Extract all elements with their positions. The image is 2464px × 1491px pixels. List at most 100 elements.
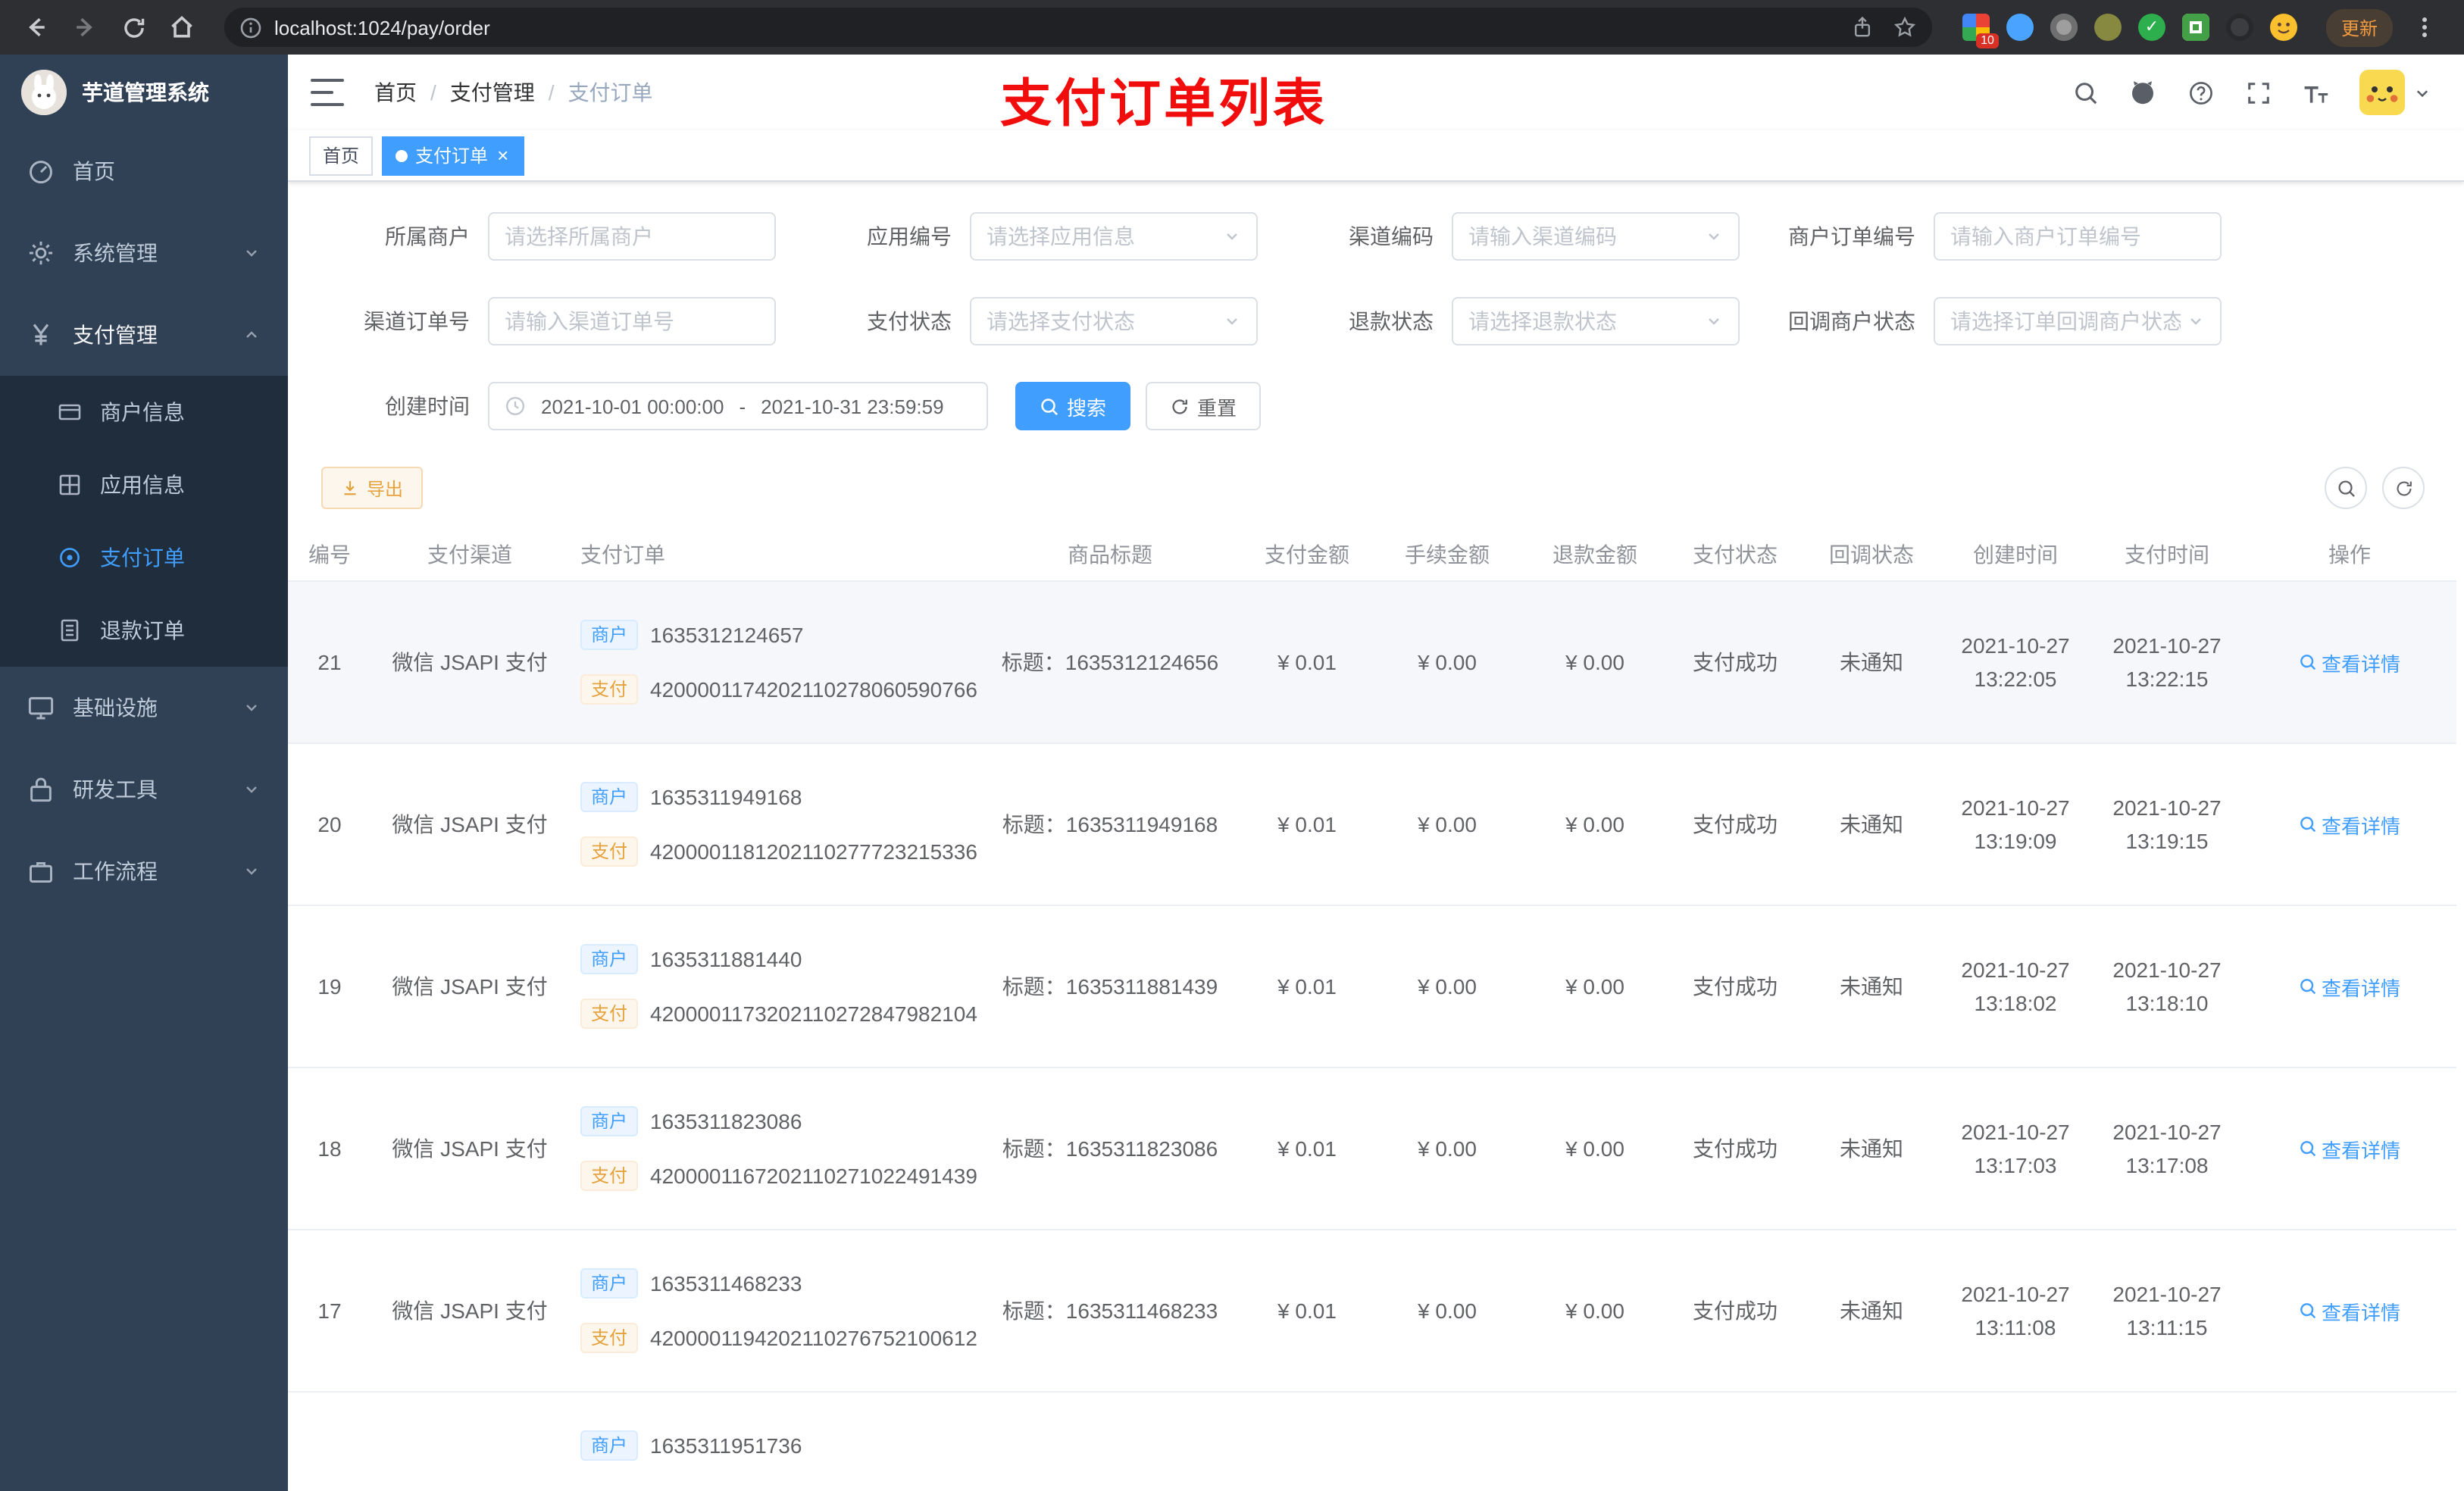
view-detail-link[interactable]: 查看详情: [2299, 972, 2400, 1001]
create-time-range[interactable]: 2021-10-01 00:00:00 - 2021-10-31 23:59:5…: [488, 382, 988, 430]
sidebar-item-home[interactable]: 首页: [0, 130, 288, 212]
site-info-icon: [240, 17, 261, 38]
notify-status: 未通知: [1840, 974, 1903, 999]
home-icon[interactable]: [161, 6, 203, 48]
sidebar-item-merchant-info[interactable]: 商户信息: [0, 376, 288, 449]
col-header: 退款金额: [1553, 542, 1637, 566]
pay-channel: 微信 JSAPI 支付: [392, 1136, 548, 1161]
actions-cell: 查看详情: [2243, 1296, 2456, 1325]
channel-order-no-input[interactable]: [488, 297, 776, 345]
fullscreen-icon[interactable]: [2244, 79, 2272, 106]
search-icon: [2300, 979, 2316, 995]
back-icon[interactable]: [15, 6, 58, 48]
export-button[interactable]: 导出: [321, 467, 424, 509]
refresh-table-button[interactable]: [2382, 467, 2425, 509]
filter-label-channel-order-no: 渠道订单号: [364, 309, 470, 333]
channel-code-select[interactable]: [1452, 212, 1740, 261]
user-avatar[interactable]: [2359, 70, 2431, 115]
sidebar-item-workflow[interactable]: 工作流程: [0, 830, 288, 912]
search-icon[interactable]: [2072, 79, 2099, 106]
address-bar[interactable]: localhost:1024/pay/order: [224, 8, 1932, 47]
order-id: 19: [317, 974, 342, 999]
table-row[interactable]: 20 微信 JSAPI 支付 商户 1635311949168 支付 42000…: [288, 744, 2456, 906]
chevron-down-icon: [1227, 318, 1237, 325]
merchant-order-no: 1635311881440: [650, 947, 802, 971]
sidebar-item-pay-order[interactable]: 支付订单: [0, 521, 288, 594]
merchant-order-no: 1635312124657: [650, 623, 804, 647]
extension-icon-2[interactable]: [2006, 14, 2034, 41]
merchant-order-no: 1635311823086: [650, 1109, 802, 1133]
extension-icon-6[interactable]: [2181, 14, 2209, 41]
update-button[interactable]: 更新: [2325, 8, 2393, 46]
extension-icon-1[interactable]: 10: [1962, 14, 1999, 48]
sidebar-item-app-info[interactable]: 应用信息: [0, 449, 288, 521]
extension-icon-4[interactable]: [2093, 14, 2122, 41]
order-id: 20: [317, 812, 342, 836]
view-detail-link[interactable]: 查看详情: [2299, 810, 2400, 839]
browser-menu-icon[interactable]: [2409, 6, 2440, 48]
merchant-select[interactable]: [488, 212, 776, 261]
col-header: 支付状态: [1693, 542, 1778, 566]
reset-button[interactable]: 重置: [1146, 382, 1262, 430]
extensions-area: 10 ✓ 更新: [1953, 6, 2449, 48]
view-detail-link[interactable]: 查看详情: [2299, 1134, 2400, 1163]
merchant-order-no-input[interactable]: [1934, 212, 2222, 261]
filter-label-create-time: 创建时间: [385, 394, 470, 418]
pay-status-select[interactable]: [970, 297, 1258, 345]
sidebar-item-system[interactable]: 系统管理: [0, 212, 288, 294]
channel-pay-no: 4200001174202110278060590766: [650, 677, 977, 702]
create-time: 2021-10-27 13:19:09: [1961, 796, 2070, 853]
extension-icon-5[interactable]: ✓: [2137, 14, 2165, 41]
app-logo[interactable]: 芋道管理系统: [0, 55, 288, 130]
table-row[interactable]: 18 微信 JSAPI 支付 商户 1635311823086 支付 42000…: [288, 1068, 2456, 1230]
github-icon[interactable]: [2129, 79, 2156, 106]
order-id: 17: [317, 1299, 342, 1323]
app-no-select[interactable]: [970, 212, 1258, 261]
date-end: 2021-10-31 23:59:59: [761, 395, 944, 417]
extension-icon-8[interactable]: [2269, 14, 2297, 41]
channel-pay-no: 4200001181202110277723215336: [650, 839, 977, 864]
sidebar-item-refund-order[interactable]: 退款订单: [0, 594, 288, 667]
refund-status-select[interactable]: [1452, 297, 1740, 345]
view-detail-link[interactable]: 查看详情: [2299, 648, 2400, 677]
table-row[interactable]: 19 微信 JSAPI 支付 商户 1635311881440 支付 42000…: [288, 906, 2456, 1068]
tab-home[interactable]: 首页: [309, 136, 374, 175]
clock-icon: [506, 397, 524, 415]
view-detail-link[interactable]: 查看详情: [2299, 1296, 2400, 1325]
pay-time: 2021-10-27 13:11:15: [2112, 1282, 2222, 1339]
search-button[interactable]: 搜索: [1015, 382, 1131, 430]
chevron-up-icon: [246, 331, 257, 338]
fee-amount: ¥ 0.00: [1418, 650, 1477, 674]
reload-icon[interactable]: [112, 6, 155, 48]
notify-status-select[interactable]: [1934, 297, 2222, 345]
actions-cell: 查看详情: [2243, 810, 2456, 839]
share-icon[interactable]: [1850, 15, 1875, 39]
monitor-icon: [28, 697, 54, 720]
fee-amount: ¥ 0.00: [1418, 1299, 1477, 1323]
browser-toolbar: localhost:1024/pay/order 10 ✓ 更新: [0, 0, 2464, 55]
sidebar-item-pay[interactable]: 支付管理: [0, 294, 288, 376]
tab-close-icon[interactable]: ×: [496, 145, 510, 165]
tab-pay-order[interactable]: 支付订单 ×: [382, 136, 524, 175]
sidebar-item-devtools[interactable]: 研发工具: [0, 749, 288, 830]
extension-icon-7[interactable]: [2225, 14, 2253, 41]
font-size-icon[interactable]: [2302, 79, 2329, 106]
breadcrumb-pay[interactable]: 支付管理: [450, 77, 535, 108]
forward-icon[interactable]: [64, 6, 106, 48]
chevron-down-icon: [1709, 233, 1719, 240]
caret-down-icon: [2416, 89, 2428, 97]
search-toggle-button[interactable]: [2325, 467, 2367, 509]
sidebar-item-infra[interactable]: 基础设施: [0, 667, 288, 749]
breadcrumb-home[interactable]: 首页: [374, 77, 417, 108]
table-row[interactable]: 17 微信 JSAPI 支付 商户 1635311468233 支付 42000…: [288, 1230, 2456, 1393]
gear-icon: [29, 241, 53, 265]
table-row[interactable]: 商户 1635311951736: [288, 1393, 2456, 1491]
bookmark-star-icon[interactable]: [1893, 15, 1917, 39]
table-row[interactable]: 21 微信 JSAPI 支付 商户 1635312124657 支付 42000…: [288, 582, 2456, 744]
help-icon[interactable]: [2187, 79, 2214, 106]
hamburger-icon[interactable]: [311, 79, 344, 106]
extension-icon-3[interactable]: [2050, 14, 2078, 41]
merchant-order-no: 1635311468233: [650, 1271, 802, 1296]
pay-amount: ¥ 0.01: [1277, 650, 1337, 674]
pay-tag: 支付: [580, 999, 639, 1029]
